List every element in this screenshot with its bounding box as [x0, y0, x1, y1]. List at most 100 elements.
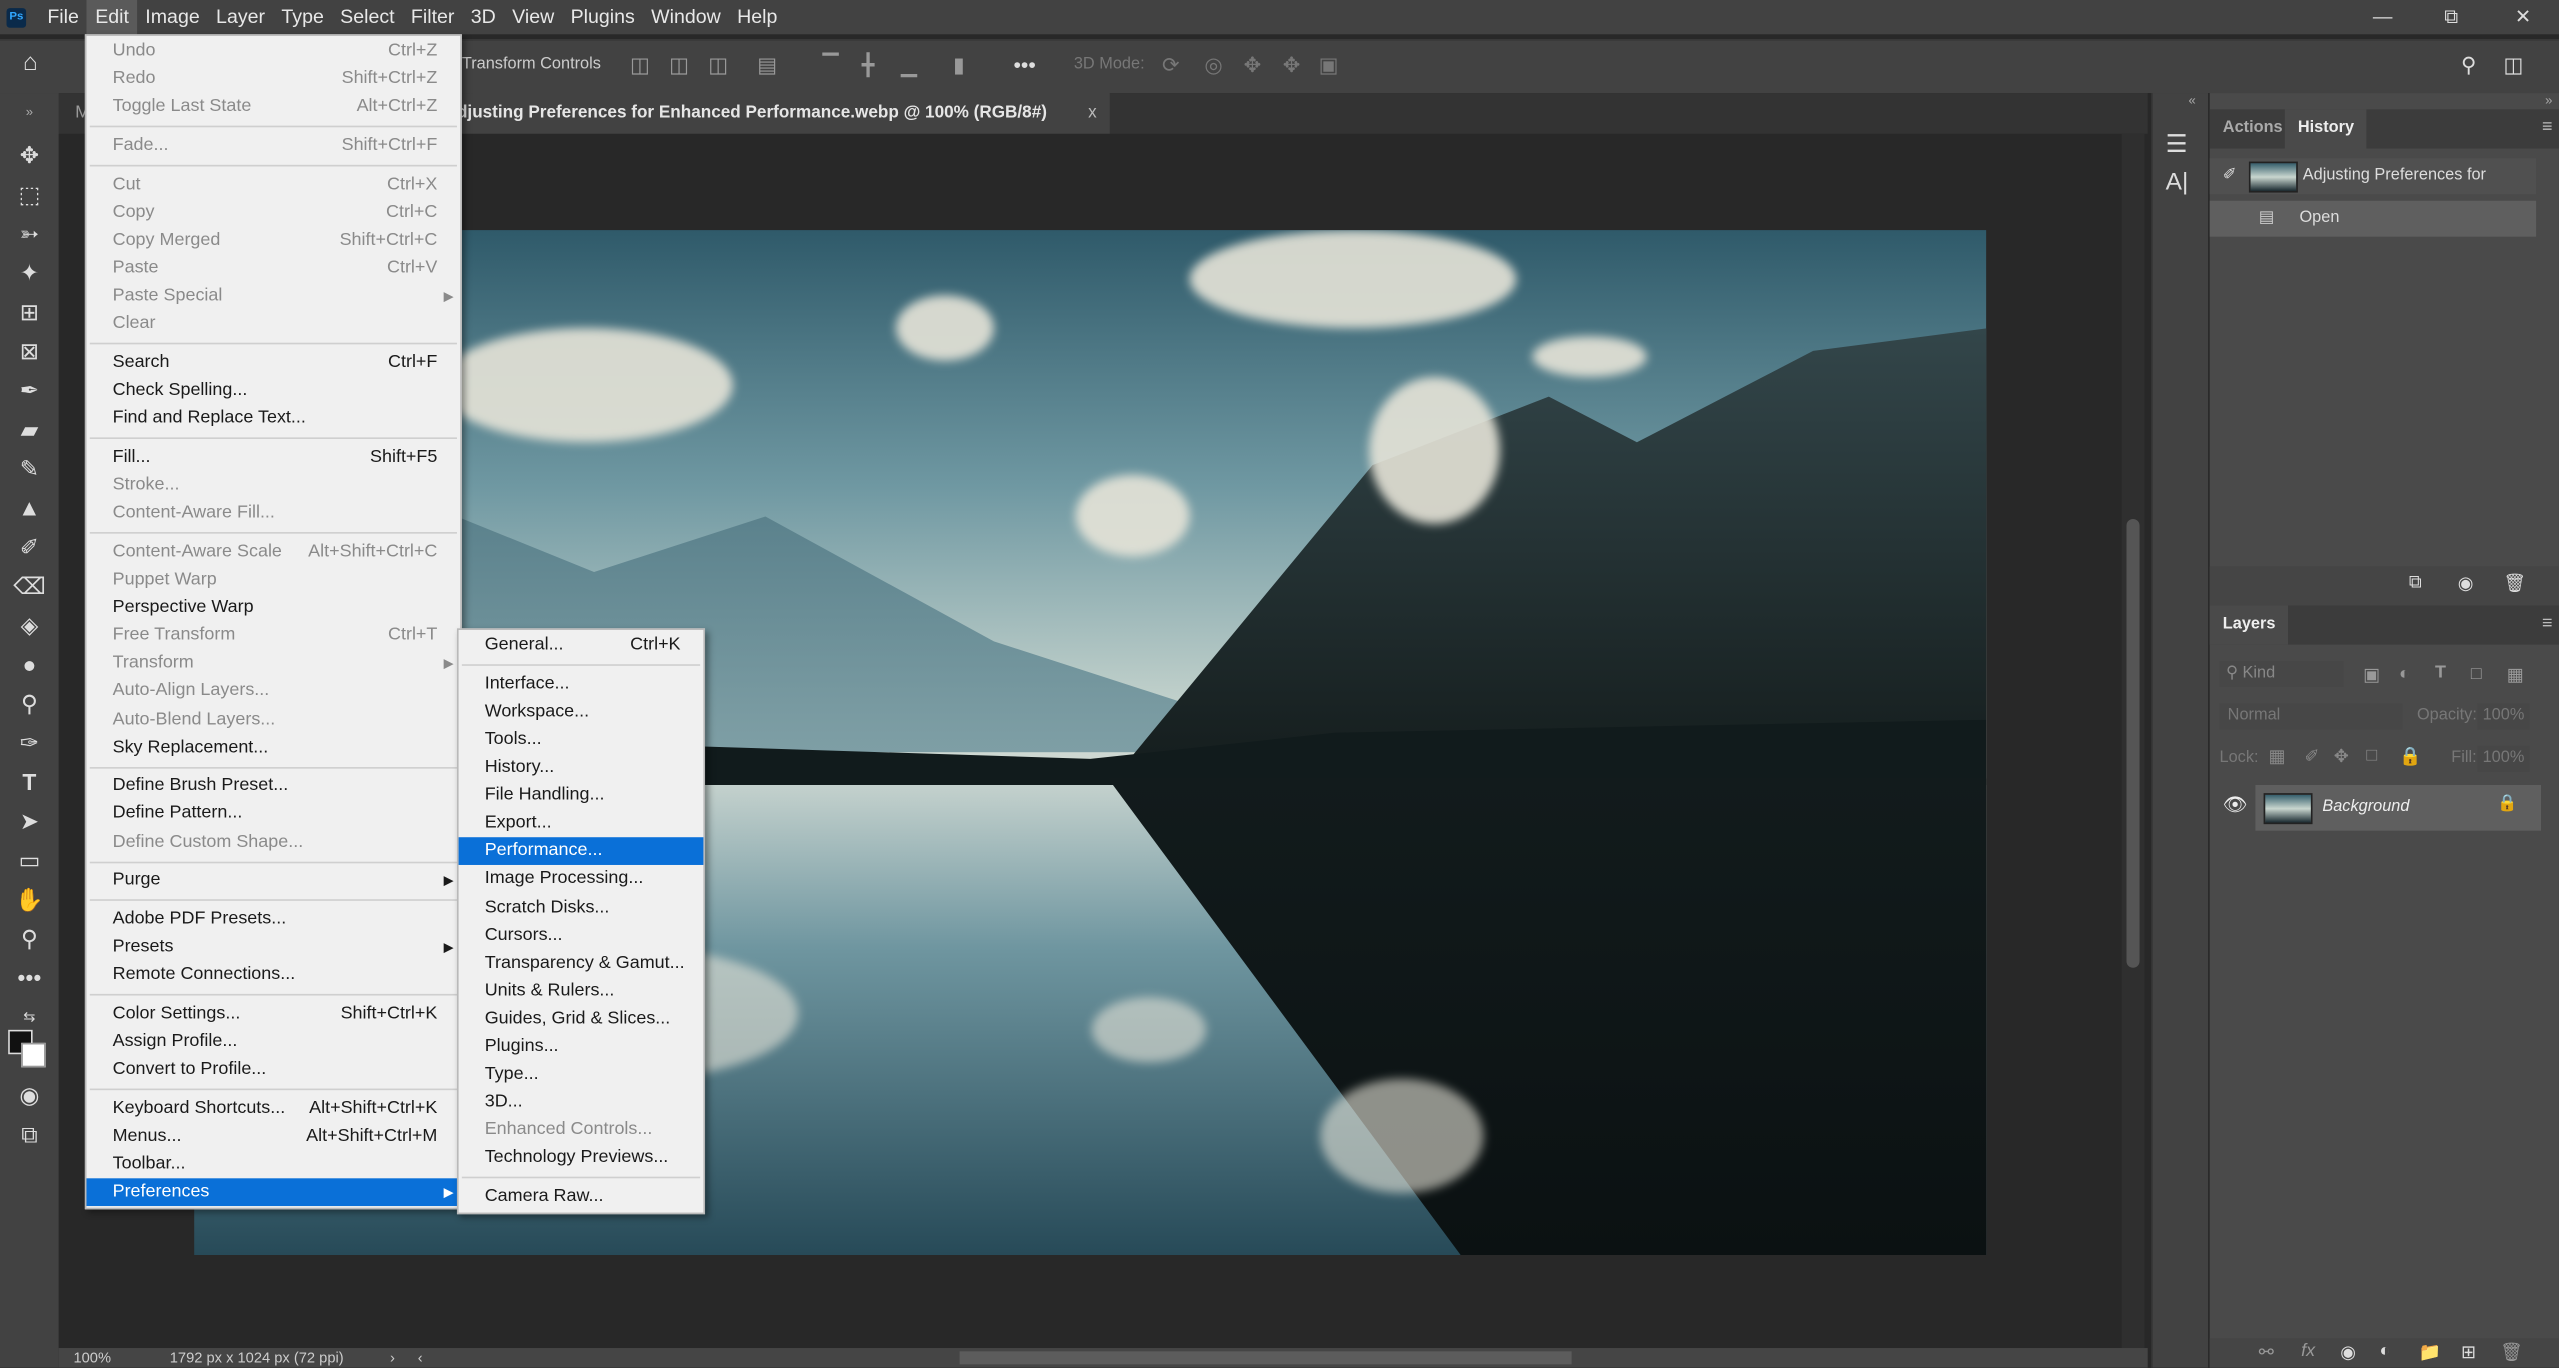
3d-orbit-icon[interactable]: ⟳: [1162, 52, 1180, 78]
frame-tool-icon[interactable]: ⊠: [10, 335, 49, 368]
workspace-icon[interactable]: ◫: [2503, 52, 2523, 78]
menu-item-adobe-pdf-presets[interactable]: Adobe PDF Presets...: [86, 906, 460, 934]
3d-pan-icon[interactable]: ✥: [1244, 52, 1262, 78]
lock-pixels-icon[interactable]: ✐: [2304, 746, 2319, 767]
eyedropper-tool-icon[interactable]: ✒: [10, 374, 49, 407]
menu-item-technology-previews[interactable]: Technology Previews...: [459, 1145, 704, 1173]
menu-item-preferences[interactable]: Preferences ▶: [86, 1178, 461, 1207]
scrollbar-thumb[interactable]: [2126, 518, 2140, 968]
quick-select-tool-icon[interactable]: ✦: [10, 256, 49, 289]
collapse-toolbar-icon[interactable]: »: [10, 96, 49, 129]
menu-item-camera-raw[interactable]: Camera Raw...: [459, 1183, 704, 1211]
expand-panels-icon[interactable]: »: [2545, 93, 2552, 108]
menu-item-guides-grid-slices[interactable]: Guides, Grid & Slices...: [459, 1005, 704, 1033]
zoom-tool-icon[interactable]: ⚲: [10, 922, 49, 955]
history-snapshot[interactable]: ✐ Adjusting Preferences for Enha...: [2209, 158, 2537, 220]
align-middle-icon[interactable]: ╋: [862, 52, 875, 78]
3d-slide-icon[interactable]: ✥: [1283, 52, 1301, 78]
menu-item-fill[interactable]: Fill... Shift+F5: [86, 444, 460, 472]
close-window-icon[interactable]: ✕: [2490, 0, 2555, 34]
history-item[interactable]: ▤ Open: [2209, 200, 2537, 237]
trash-icon[interactable]: 🗑: [2503, 573, 2526, 594]
menu-item-interface[interactable]: Interface...: [459, 670, 704, 698]
new-layer-icon[interactable]: ⊞: [2461, 1342, 2476, 1363]
type-tool-icon[interactable]: T: [10, 765, 49, 798]
hand-tool-icon[interactable]: ✋: [10, 883, 49, 916]
search-icon[interactable]: ⚲: [2461, 52, 2477, 78]
visibility-eye-icon[interactable]: 👁: [2223, 793, 2248, 816]
menu-item-search[interactable]: Search Ctrl+F: [86, 349, 460, 377]
menu-item-toolbar[interactable]: Toolbar...: [86, 1151, 460, 1179]
menu-item-define-pattern[interactable]: Define Pattern...: [86, 800, 460, 828]
restore-icon[interactable]: ⧉: [2419, 0, 2484, 34]
horizontal-scrollbar-thumb[interactable]: [959, 1351, 1572, 1365]
new-group-icon[interactable]: 📁: [2419, 1342, 2441, 1363]
stamp-tool-icon[interactable]: ▲: [10, 491, 49, 524]
blend-mode-select[interactable]: Normal: [2219, 703, 2403, 730]
blur-tool-icon[interactable]: ●: [10, 648, 49, 681]
panel-menu-icon[interactable]: ≡: [2542, 118, 2552, 138]
new-document-from-state-icon[interactable]: ⧉: [2409, 573, 2422, 594]
menu-item-perspective-warp[interactable]: Perspective Warp: [86, 594, 460, 622]
menu-view[interactable]: View: [504, 0, 562, 34]
lock-all-icon[interactable]: 🔒: [2399, 746, 2421, 767]
adjustment-layer-icon[interactable]: ◐: [2379, 1342, 2390, 1362]
crop-tool-icon[interactable]: ⊞: [10, 295, 49, 328]
menu-item-plugins[interactable]: Plugins...: [459, 1033, 704, 1061]
filter-type-icon[interactable]: T: [2435, 663, 2446, 683]
layer-name[interactable]: Background: [2322, 798, 2409, 816]
menu-item-tools[interactable]: Tools...: [459, 726, 704, 754]
menu-layer[interactable]: Layer: [208, 0, 273, 34]
filter-adjustment-icon[interactable]: ◐: [2399, 664, 2410, 684]
opacity-field[interactable]: 100%: [2477, 703, 2530, 730]
scroll-left-icon[interactable]: ‹: [418, 1348, 423, 1368]
align-center-icon[interactable]: ◫: [669, 52, 689, 78]
history-brush-tool-icon[interactable]: ✐: [10, 530, 49, 563]
align-left-icon[interactable]: ◫: [630, 52, 650, 78]
status-expand-icon[interactable]: ›: [390, 1348, 395, 1368]
brush-tool-icon[interactable]: ✎: [10, 452, 49, 485]
zoom-level[interactable]: 100%: [73, 1348, 111, 1368]
layer-row-background[interactable]: Background 🔒: [2255, 784, 2542, 831]
document-tab[interactable]: djusting Preferences for Enhanced Perfor…: [443, 93, 1110, 134]
edit-toolbar-icon[interactable]: •••: [10, 961, 49, 994]
menu-item-workspace[interactable]: Workspace...: [459, 698, 704, 726]
menu-item-remote-connections[interactable]: Remote Connections...: [86, 962, 460, 990]
filter-smart-object-icon[interactable]: ▦: [2507, 664, 2524, 686]
align-bottom-icon[interactable]: ▁: [901, 52, 917, 78]
vertical-scrollbar[interactable]: [2121, 133, 2145, 1349]
fill-field[interactable]: 100%: [2477, 745, 2530, 772]
menu-plugins[interactable]: Plugins: [562, 0, 643, 34]
layer-style-icon[interactable]: fx: [2301, 1342, 2315, 1362]
transform-controls-label[interactable]: Transform Controls: [462, 55, 601, 73]
move-tool-icon[interactable]: ✥: [10, 139, 49, 172]
menu-help[interactable]: Help: [729, 0, 786, 34]
menu-item-performance[interactable]: Performance...: [458, 837, 704, 866]
menu-file[interactable]: File: [39, 0, 87, 34]
rectangle-tool-icon[interactable]: ▭: [10, 844, 49, 877]
menu-item-image-processing[interactable]: Image Processing...: [459, 866, 704, 894]
healing-brush-tool-icon[interactable]: ▰: [10, 413, 49, 446]
camera-icon[interactable]: ◉: [2458, 573, 2474, 594]
layer-filter-kind[interactable]: ⚲ Kind: [2219, 660, 2344, 688]
distribute-icon[interactable]: ▤: [757, 52, 777, 78]
menu-item-history[interactable]: History...: [459, 754, 704, 782]
menu-item-assign-profile[interactable]: Assign Profile...: [86, 1028, 460, 1056]
menu-item-define-brush-preset[interactable]: Define Brush Preset...: [86, 773, 460, 801]
3d-roll-icon[interactable]: ◎: [1204, 52, 1223, 78]
more-options-icon[interactable]: •••: [1013, 52, 1035, 76]
swap-colors-icon[interactable]: ⇆: [10, 1000, 49, 1033]
align-right-icon[interactable]: ◫: [708, 52, 728, 78]
link-layers-icon[interactable]: ⚯: [2259, 1342, 2274, 1363]
menu-item-units-rulers[interactable]: Units & Rulers...: [459, 977, 704, 1005]
menu-item-keyboard-shortcuts[interactable]: Keyboard Shortcuts... Alt+Shift+Ctrl+K: [86, 1095, 460, 1123]
menu-item-transparency-gamut[interactable]: Transparency & Gamut...: [459, 949, 704, 977]
quick-mask-icon[interactable]: ◉: [10, 1079, 49, 1112]
menu-filter[interactable]: Filter: [403, 0, 463, 34]
menu-item-cursors[interactable]: Cursors...: [459, 921, 704, 949]
delete-layer-icon[interactable]: 🗑: [2500, 1342, 2523, 1363]
history-brush-source-icon[interactable]: ✐: [2223, 158, 2237, 194]
menu-item-check-spelling[interactable]: Check Spelling...: [86, 377, 460, 405]
menu-window[interactable]: Window: [643, 0, 729, 34]
paint-bucket-tool-icon[interactable]: ◈: [10, 609, 49, 642]
